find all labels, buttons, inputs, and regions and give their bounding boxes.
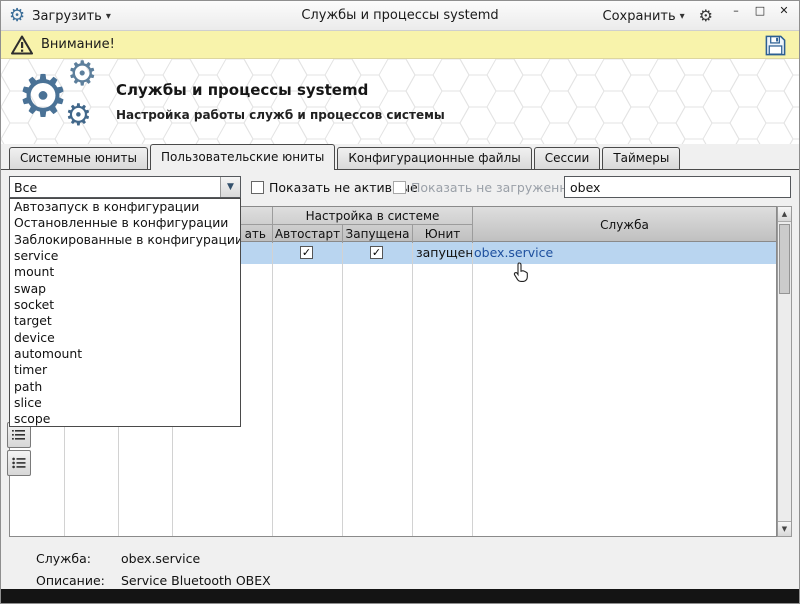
detailed-list-tool-button[interactable] bbox=[7, 450, 31, 476]
filter-option[interactable]: timer bbox=[10, 362, 240, 378]
arrow-up-icon: ▲ bbox=[781, 210, 788, 218]
table-header-service[interactable]: Служба bbox=[472, 207, 776, 243]
filter-option[interactable]: device bbox=[10, 330, 240, 346]
filter-option[interactable]: slice bbox=[10, 395, 240, 411]
app-gear-icon: ⚙ bbox=[9, 5, 26, 26]
list-icon bbox=[12, 430, 25, 440]
filter-option[interactable]: scope bbox=[10, 411, 240, 426]
tab-user-units[interactable]: Пользовательские юниты bbox=[149, 144, 336, 170]
autostart-checkbox[interactable]: ✓ bbox=[300, 246, 313, 259]
vertical-scrollbar[interactable]: ▲ ▼ bbox=[777, 206, 792, 537]
filter-option[interactable]: target bbox=[10, 313, 240, 329]
warning-message: Внимание! bbox=[41, 37, 115, 52]
grid-line bbox=[342, 242, 343, 536]
logo-gear-icon: ⚙ bbox=[65, 98, 92, 133]
grid-line bbox=[472, 242, 473, 536]
minimize-button[interactable]: – bbox=[727, 4, 745, 20]
scroll-up-button[interactable]: ▲ bbox=[778, 207, 791, 222]
table-header-unit[interactable]: Юнит bbox=[412, 225, 472, 243]
tab-timers[interactable]: Таймеры bbox=[602, 147, 681, 169]
module-header: ⚙ ⚙ ⚙ Службы и процессы systemd Настройк… bbox=[1, 59, 799, 144]
unit-type-filter-list: Автозапуск в конфигурации Остановленные … bbox=[9, 198, 241, 427]
running-checkbox[interactable]: ✓ bbox=[370, 246, 383, 259]
scroll-down-button[interactable]: ▼ bbox=[778, 521, 791, 536]
page-title: Службы и процессы systemd bbox=[116, 81, 369, 99]
table-header-group-system[interactable]: Настройка в системе bbox=[272, 207, 472, 225]
warning-triangle-icon bbox=[11, 35, 33, 54]
save-button-label: Сохранить bbox=[602, 8, 676, 24]
detail-service-label: Служба: bbox=[36, 551, 91, 566]
filter-option[interactable]: Остановленные в конфигурации bbox=[10, 215, 240, 231]
page-subtitle: Настройка работы служб и процессов систе… bbox=[116, 108, 445, 122]
bulleted-list-icon bbox=[12, 457, 26, 469]
bottom-panel bbox=[1, 589, 799, 603]
chevron-down-icon: ▾ bbox=[679, 10, 685, 22]
chevron-down-icon: ▾ bbox=[105, 10, 111, 22]
tab-config-files[interactable]: Конфигурационные файлы bbox=[337, 147, 532, 169]
table-header-running[interactable]: Запущена bbox=[342, 225, 412, 243]
tab-sessions[interactable]: Сессии bbox=[533, 147, 601, 169]
filter-option[interactable]: socket bbox=[10, 297, 240, 313]
tab-system-units[interactable]: Системные юниты bbox=[9, 147, 148, 169]
show-unloaded-checkbox: Показать не загруженные bbox=[393, 180, 585, 195]
hand-cursor-icon bbox=[513, 262, 528, 282]
logo-gear-icon: ⚙ bbox=[17, 62, 69, 130]
table-header-autostart[interactable]: Автостарт bbox=[272, 225, 342, 243]
checkbox-box[interactable] bbox=[251, 181, 264, 194]
grid-line bbox=[412, 242, 413, 536]
checkbox-box bbox=[393, 181, 406, 194]
filter-option[interactable]: automount bbox=[10, 346, 240, 362]
filter-option[interactable]: path bbox=[10, 379, 240, 395]
settings-gear-icon[interactable]: ⚙ bbox=[699, 8, 713, 24]
detail-service-value: obex.service bbox=[121, 551, 201, 566]
search-input[interactable] bbox=[564, 176, 791, 198]
titlebar: ⚙ Загрузить ▾ Службы и процессы systemd … bbox=[1, 1, 799, 31]
combobox-arrow-button[interactable]: ▼ bbox=[220, 177, 240, 197]
scrollbar-thumb[interactable] bbox=[779, 224, 790, 294]
close-button[interactable]: ✕ bbox=[775, 4, 793, 20]
app-window: ⚙ Загрузить ▾ Службы и процессы systemd … bbox=[0, 0, 800, 604]
chevron-down-icon: ▼ bbox=[227, 182, 234, 192]
grid-line bbox=[272, 242, 273, 536]
load-button-label: Загрузить bbox=[32, 8, 102, 24]
filter-option[interactable]: service bbox=[10, 248, 240, 264]
tab-content: Все ▼ Показать не активные Показать не з… bbox=[1, 169, 799, 591]
maximize-button[interactable]: □ bbox=[751, 4, 769, 20]
service-link[interactable]: obex.service bbox=[474, 245, 553, 260]
arrow-down-icon: ▼ bbox=[781, 525, 788, 533]
save-file-icon[interactable] bbox=[764, 34, 787, 57]
filter-option[interactable]: Автозапуск в конфигурации bbox=[10, 199, 240, 215]
load-button[interactable]: Загрузить ▾ bbox=[32, 9, 111, 24]
filter-option[interactable]: mount bbox=[10, 264, 240, 280]
filter-option[interactable]: swap bbox=[10, 281, 240, 297]
combobox-value: Все bbox=[14, 179, 38, 195]
checkbox-label: Показать не загруженные bbox=[411, 180, 586, 195]
unit-type-filter-combobox[interactable]: Все ▼ bbox=[9, 176, 241, 198]
detail-description-value: Service Bluetooth OBEX bbox=[121, 573, 271, 588]
detail-description-label: Описание: bbox=[36, 573, 105, 588]
filter-option[interactable]: Заблокированные в конфигурации bbox=[10, 232, 240, 248]
logo-gear-icon: ⚙ bbox=[67, 59, 98, 94]
warning-bar: Внимание! bbox=[1, 31, 799, 59]
tab-bar: Системные юниты Пользовательские юниты К… bbox=[1, 144, 799, 170]
hexagon-pattern bbox=[1, 59, 799, 144]
unit-state-text: запущен bbox=[416, 245, 474, 260]
save-button[interactable]: Сохранить ▾ bbox=[603, 9, 685, 24]
